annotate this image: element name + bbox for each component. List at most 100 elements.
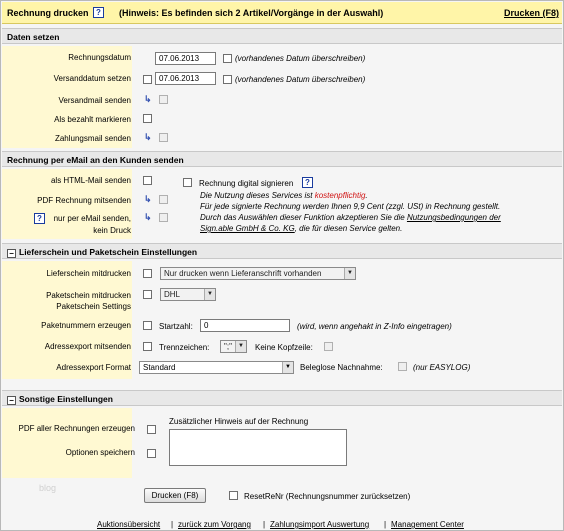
rechnungsdatum-label: Rechnungsdatum bbox=[68, 53, 131, 62]
rechnungsdatum-input[interactable]: 07.06.2013 bbox=[155, 52, 216, 65]
label-column-liefer bbox=[2, 261, 132, 379]
sign-info-line-4: Sign.able GmbH & Co. KG, die für diesen … bbox=[200, 224, 550, 233]
rechnungsdatum-overwrite-checkbox[interactable] bbox=[223, 54, 232, 63]
hinweis-label: Zusätzlicher Hinweis auf der Rechnung bbox=[169, 417, 309, 426]
versanddatum-label: Versanddatum setzen bbox=[53, 74, 131, 83]
print-link[interactable]: Drucken (F8) bbox=[504, 8, 559, 18]
footer-separator: | bbox=[384, 520, 387, 529]
zahlungsmail-checkbox[interactable] bbox=[159, 133, 168, 142]
adressexport-checkbox[interactable] bbox=[143, 342, 152, 351]
lieferschein-checkbox[interactable] bbox=[143, 269, 152, 278]
reset-renr-checkbox[interactable] bbox=[229, 491, 238, 500]
rechnungsdatum-overwrite-label: (vorhandenes Datum überschreiben) bbox=[235, 54, 366, 63]
paketschein-select[interactable]: DHL ▼ bbox=[160, 288, 216, 301]
hinweis-textarea[interactable] bbox=[169, 429, 347, 466]
sign-info-text: Die Nutzung dieses Services ist bbox=[200, 191, 315, 200]
minus-icon[interactable]: − bbox=[7, 396, 16, 405]
beleglose-label: Beleglose Nachnahme: bbox=[300, 363, 383, 372]
print-button[interactable]: Drucken (F8) bbox=[144, 488, 206, 503]
versandmail-label: Versandmail senden bbox=[58, 96, 132, 105]
terms-link[interactable]: Nutzungsbedingungen der bbox=[407, 213, 501, 222]
select-value: ";" bbox=[224, 342, 232, 351]
pdf-erzeugen-checkbox[interactable] bbox=[147, 425, 156, 434]
sign-info-text: . bbox=[365, 191, 368, 200]
optionen-speichern-label: Optionen speichern bbox=[65, 448, 135, 457]
nur-email-checkbox[interactable] bbox=[159, 213, 168, 222]
return-arrow-icon: ↳ bbox=[144, 132, 152, 142]
nur-email-label-2: kein Druck bbox=[93, 226, 131, 235]
title-bar: Rechnung drucken ? (Hinweis: Es befinden… bbox=[2, 2, 562, 24]
sign-info-text: Durch das Auswählen dieser Funktion akze… bbox=[200, 213, 407, 222]
pdf-mitsenden-checkbox[interactable] bbox=[159, 195, 168, 204]
label-column-sonstige bbox=[2, 408, 132, 478]
footer-link-auktionsuebersicht[interactable]: Auktionsübersicht bbox=[97, 520, 160, 529]
kopfzeile-label: Keine Kopfzeile: bbox=[255, 343, 313, 352]
cost-warning: kostenpflichtig bbox=[314, 191, 366, 200]
kopfzeile-checkbox[interactable] bbox=[324, 342, 333, 351]
section-title: Rechnung per eMail an den Kunden senden bbox=[7, 155, 184, 165]
chevron-down-icon: ▼ bbox=[344, 268, 355, 279]
select-value: Nur drucken wenn Lieferanschrift vorhand… bbox=[164, 269, 322, 278]
paketschein-label: Paketschein mitdrucken bbox=[46, 291, 131, 300]
chevron-down-icon: ▼ bbox=[235, 341, 246, 352]
html-mail-label: als HTML-Mail senden bbox=[50, 176, 131, 185]
nur-email-label: nur per eMail senden, bbox=[53, 214, 131, 223]
format-select[interactable]: Standard ▼ bbox=[139, 361, 294, 374]
adressexport-label: Adressexport mitsenden bbox=[44, 342, 131, 351]
return-arrow-icon: ↳ bbox=[144, 94, 152, 104]
footer-separator: | bbox=[263, 520, 266, 529]
pdf-erzeugen-label: PDF aller Rechnungen erzeugen bbox=[18, 424, 135, 433]
reset-renr-label: ResetReNr (Rechnungsnummer zurücksetzen) bbox=[244, 492, 411, 501]
select-value: Standard bbox=[143, 363, 176, 372]
bezahlt-checkbox[interactable] bbox=[143, 114, 152, 123]
lieferschein-select[interactable]: Nur drucken wenn Lieferanschrift vorhand… bbox=[160, 267, 356, 280]
footer-link-management[interactable]: Management Center bbox=[391, 520, 464, 529]
help-icon[interactable]: ? bbox=[302, 177, 313, 188]
trennzeichen-select[interactable]: ";" ▼ bbox=[220, 340, 247, 353]
versandmail-checkbox[interactable] bbox=[159, 95, 168, 104]
section-header-email: Rechnung per eMail an den Kunden senden bbox=[2, 151, 562, 167]
html-mail-checkbox[interactable] bbox=[143, 176, 152, 185]
versanddatum-overwrite-label: (vorhandenes Datum überschreiben) bbox=[235, 75, 366, 84]
versanddatum-checkbox[interactable] bbox=[143, 75, 152, 84]
zahlungsmail-label: Zahlungsmail senden bbox=[54, 134, 131, 143]
sign-info-line-1: Die Nutzung dieses Services ist kostenpf… bbox=[200, 191, 550, 200]
selection-hint: (Hinweis: Es befinden sich 2 Artikel/Vor… bbox=[119, 8, 384, 18]
startzahl-note: (wird, wenn angehakt in Z-Info eingetrag… bbox=[297, 322, 452, 331]
chevron-down-icon: ▼ bbox=[282, 362, 293, 373]
versanddatum-overwrite-checkbox[interactable] bbox=[223, 75, 232, 84]
print-invoice-window: Rechnung drucken ? (Hinweis: Es befinden… bbox=[0, 0, 564, 531]
section-header-sonstige: − Sonstige Einstellungen bbox=[2, 390, 562, 406]
beleglose-checkbox[interactable] bbox=[398, 362, 407, 371]
section-header-daten: Daten setzen bbox=[2, 28, 562, 44]
paketschein-checkbox[interactable] bbox=[143, 290, 152, 299]
help-icon[interactable]: ? bbox=[93, 7, 104, 18]
section-title: Lieferschein und Paketschein Einstellung… bbox=[19, 247, 198, 257]
section-header-liefer: − Lieferschein und Paketschein Einstellun… bbox=[2, 243, 562, 259]
footer-separator: | bbox=[171, 520, 174, 529]
footer-link-zahlungsimport[interactable]: Zahlungsimport Auswertung bbox=[270, 520, 369, 529]
optionen-speichern-checkbox[interactable] bbox=[147, 449, 156, 458]
return-arrow-icon: ↳ bbox=[144, 212, 152, 222]
paketnummern-checkbox[interactable] bbox=[143, 321, 152, 330]
signable-link[interactable]: Sign.able GmbH & Co. KG bbox=[200, 224, 295, 233]
lieferschein-label: Lieferschein mitdrucken bbox=[46, 269, 131, 278]
digital-sign-label: Rechnung digital signieren bbox=[199, 179, 294, 188]
startzahl-input[interactable]: 0 bbox=[200, 319, 290, 332]
footer-link-vorgang[interactable]: zurück zum Vorgang bbox=[178, 520, 251, 529]
format-label: Adressexport Format bbox=[56, 363, 131, 372]
select-value: DHL bbox=[164, 290, 181, 299]
versanddatum-input[interactable]: 07.06.2013 bbox=[155, 72, 216, 85]
digital-sign-checkbox[interactable] bbox=[183, 178, 192, 187]
startzahl-label: Startzahl: bbox=[159, 322, 193, 331]
easylog-note: (nur EASYLOG) bbox=[413, 363, 471, 372]
section-title: Sonstige Einstellungen bbox=[19, 394, 113, 404]
chevron-down-icon: ▼ bbox=[204, 289, 215, 300]
minus-icon[interactable]: − bbox=[7, 249, 16, 258]
return-arrow-icon: ↳ bbox=[144, 194, 152, 204]
paketschein-settings-label: Paketschein Settings bbox=[56, 302, 131, 311]
pdf-mitsenden-label: PDF Rechnung mitsenden bbox=[37, 196, 131, 205]
help-icon[interactable]: ? bbox=[34, 213, 45, 224]
trennzeichen-label: Trennzeichen: bbox=[159, 343, 210, 352]
sign-info-text: , die für diesen Service gelten. bbox=[294, 224, 403, 233]
